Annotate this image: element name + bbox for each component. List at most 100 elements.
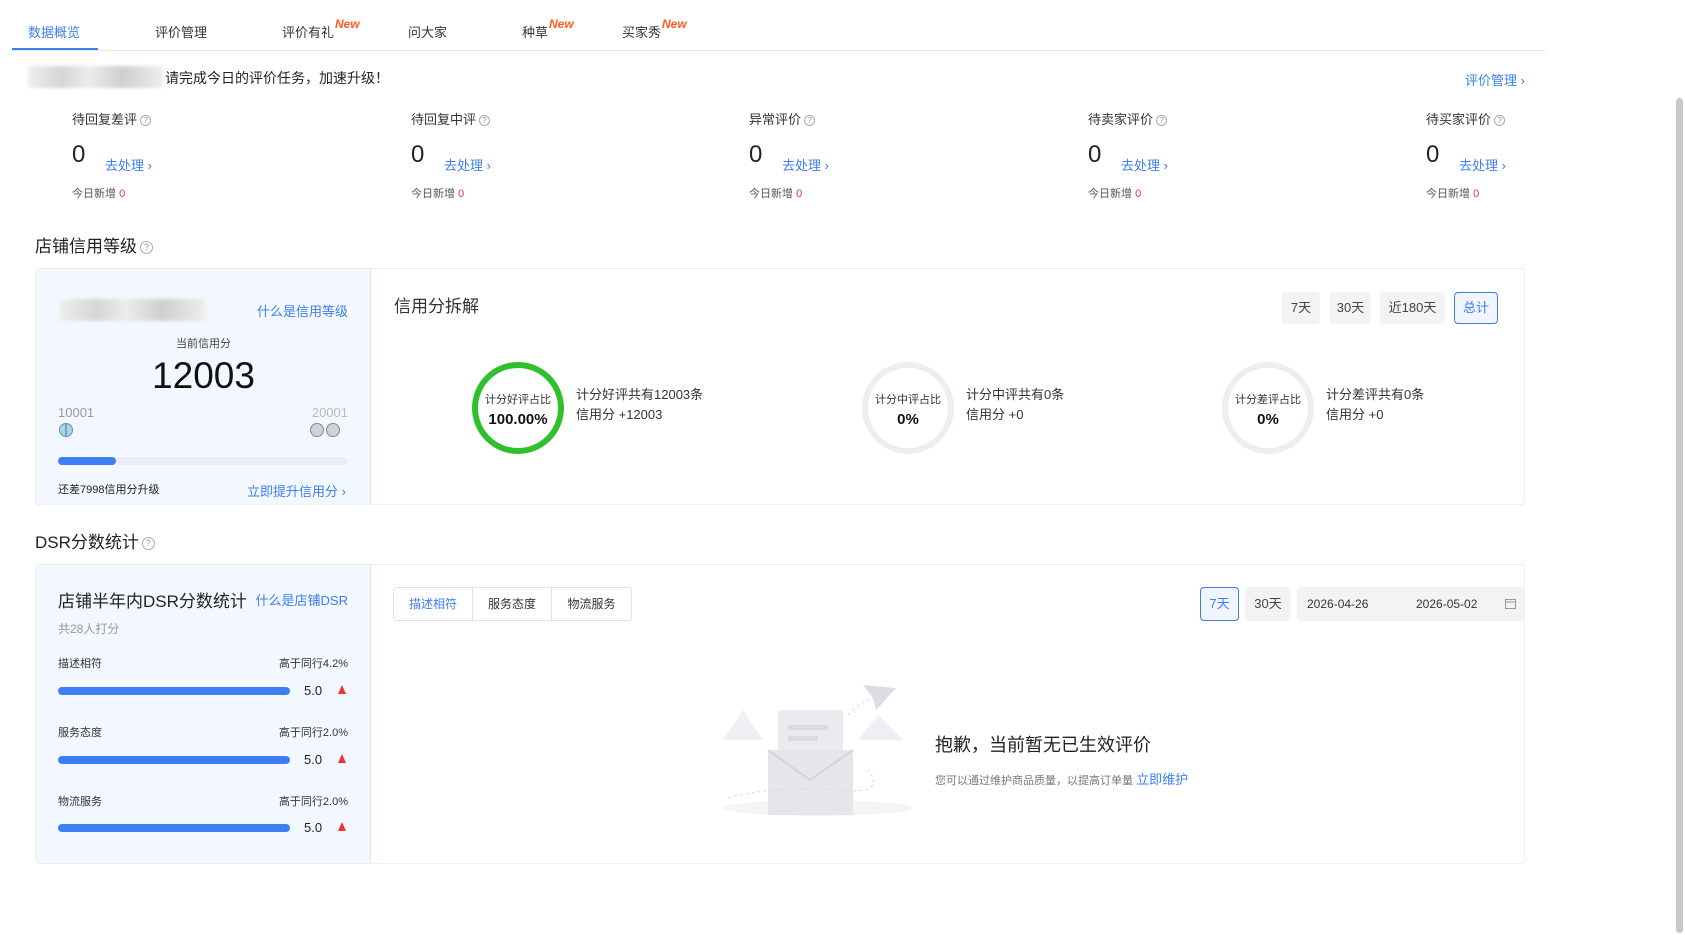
- stat-label: 待回复差评: [72, 112, 138, 127]
- help-icon[interactable]: ?: [1494, 115, 1506, 127]
- help-icon[interactable]: ?: [1156, 115, 1168, 127]
- credit-progress-fill: [58, 457, 116, 465]
- date-range-picker[interactable]: 2026-04-26 2026-05-02: [1297, 587, 1524, 621]
- current-credit-label: 当前信用分: [176, 338, 231, 350]
- today-new: 今日新增 0: [1426, 188, 1480, 200]
- empty-state-title: 抱歉，当前暂无已生效评价: [935, 735, 1151, 755]
- new-badge: New: [662, 17, 687, 31]
- credit-max: 20001: [311, 405, 348, 420]
- dsr-score: 5.0: [304, 683, 323, 698]
- today-new: 今日新增 0: [749, 188, 803, 200]
- tab-data-overview[interactable]: 数据概览: [28, 22, 80, 41]
- help-icon[interactable]: ?: [479, 115, 491, 127]
- segment-description-match[interactable]: 描述相符: [394, 588, 473, 620]
- redacted-shop-avatar: [60, 299, 206, 321]
- range-30-days[interactable]: 30天: [1330, 292, 1371, 324]
- range-total[interactable]: 总计: [1454, 292, 1498, 324]
- active-tab-underline: [12, 48, 98, 50]
- dsr-section-title: DSR分数统计?: [35, 528, 155, 553]
- calendar-icon[interactable]: [1505, 598, 1516, 609]
- credit-breakdown-title: 信用分拆解: [394, 297, 479, 316]
- review-management-link[interactable]: 评价管理 ›: [1465, 70, 1525, 89]
- help-icon[interactable]: ?: [140, 241, 153, 255]
- go-handle-link[interactable]: 去处理 ›: [444, 155, 491, 174]
- dsr-score: 5.0: [304, 820, 323, 835]
- stat-value: 0: [72, 141, 86, 168]
- tab-grass[interactable]: 种草 New: [522, 17, 574, 41]
- segment-logistics[interactable]: 物流服务: [552, 588, 631, 620]
- good-ratio-ring: 计分好评占比 100.00%: [472, 362, 564, 454]
- new-badge: New: [549, 17, 574, 31]
- neutral-ratio-desc: 计分中评共有0条 信用分 +0: [966, 387, 1065, 422]
- stat-abnormal: 异常评价? 0 去处理 › 今日新增 0: [749, 109, 919, 200]
- stat-value: 0: [1088, 141, 1102, 168]
- go-handle-link[interactable]: 去处理 ›: [105, 155, 152, 174]
- stat-label: 待买家评价: [1426, 112, 1492, 127]
- date-end[interactable]: 2026-05-02: [1416, 597, 1477, 611]
- up-arrow-icon: [338, 822, 346, 831]
- range-180-days[interactable]: 近180天: [1380, 292, 1445, 324]
- dsr-score: 5.0: [304, 752, 323, 767]
- maintain-now-link[interactable]: 立即维护: [1136, 772, 1188, 787]
- segment-service-attitude[interactable]: 服务态度: [473, 588, 552, 620]
- go-handle-link[interactable]: 去处理 ›: [1459, 155, 1506, 174]
- dsr-bar-track: [58, 687, 290, 695]
- credit-summary-card: 什么是信用等级 当前信用分 12003 10001 20001 还差7998信用…: [36, 269, 371, 504]
- improve-credit-link[interactable]: 立即提升信用分 ›: [247, 481, 346, 500]
- dsr-bar-fill: [58, 687, 290, 695]
- top-tab-bar: 数据概览 评价管理 评价有礼 New 问大家 种草 New 买家秀 New: [12, 0, 1547, 51]
- dsr-row-label: 物流服务: [58, 796, 102, 808]
- dsr-row-label: 描述相符: [58, 658, 102, 670]
- dsr-bar-fill: [58, 824, 290, 832]
- stat-pending-seller: 待卖家评价? 0 去处理 › 今日新增 0: [1088, 109, 1258, 200]
- credit-panel: 什么是信用等级 当前信用分 12003 10001 20001 还差7998信用…: [35, 268, 1525, 505]
- diamond-level-next-icon: [310, 423, 340, 437]
- what-is-credit-link[interactable]: 什么是信用等级: [257, 301, 348, 320]
- dsr-panel-title: 店铺半年内DSR分数统计: [58, 592, 247, 611]
- negative-ratio-desc: 计分差评共有0条 信用分 +0: [1326, 387, 1425, 422]
- dsr-row-label: 服务态度: [58, 727, 102, 739]
- dsr-bar-fill: [58, 756, 290, 764]
- help-icon[interactable]: ?: [141, 537, 155, 551]
- stat-value: 0: [411, 141, 425, 168]
- range-7-days[interactable]: 7天: [1282, 292, 1320, 324]
- redacted-shop-name: [28, 66, 163, 88]
- diamond-level-icon: [59, 423, 73, 437]
- today-new: 今日新增 0: [411, 188, 465, 200]
- up-arrow-icon: [338, 685, 346, 694]
- date-start[interactable]: 2026-04-26: [1307, 597, 1368, 611]
- credit-section-title: 店铺信用等级?: [35, 232, 153, 257]
- go-handle-link[interactable]: 去处理 ›: [782, 155, 829, 174]
- help-icon[interactable]: ?: [140, 115, 152, 127]
- dsr-bar-track: [58, 756, 290, 764]
- empty-mailbox-illustration: [723, 685, 913, 816]
- go-handle-link[interactable]: 去处理 ›: [1121, 155, 1168, 174]
- tab-buyer-show[interactable]: 买家秀 New: [622, 17, 687, 41]
- tab-review-gift[interactable]: 评价有礼 New: [282, 17, 360, 41]
- page-scrollbar[interactable]: [1676, 98, 1683, 933]
- dsr-range-7-days[interactable]: 7天: [1200, 587, 1239, 621]
- dsr-summary-card: 店铺半年内DSR分数统计 什么是店铺DSR 共28人打分 描述相符 高于同行4.…: [36, 565, 371, 863]
- tab-ask-everyone[interactable]: 问大家: [408, 22, 447, 41]
- neutral-ratio-ring: 计分中评占比 0%: [862, 362, 954, 454]
- credit-progress-track: [58, 457, 348, 465]
- good-ratio-desc: 计分好评共有12003条 信用分 +12003: [576, 387, 704, 422]
- stat-pending-negative: 待回复差评? 0 去处理 › 今日新增 0: [72, 109, 242, 200]
- today-new: 今日新增 0: [72, 188, 126, 200]
- stat-label: 异常评价: [749, 112, 802, 127]
- dsr-row-compare: 高于同行2.0%: [278, 727, 348, 739]
- dsr-row-compare: 高于同行4.2%: [278, 658, 348, 670]
- credit-remaining-text: 还差7998信用分升级: [58, 484, 160, 496]
- stat-label: 待卖家评价: [1088, 112, 1154, 127]
- dsr-range-30-days[interactable]: 30天: [1245, 587, 1291, 621]
- help-icon[interactable]: ?: [804, 115, 816, 127]
- dsr-segmented-control: 描述相符 服务态度 物流服务: [393, 587, 632, 621]
- up-arrow-icon: [338, 754, 346, 763]
- tab-review-management[interactable]: 评价管理: [155, 22, 207, 41]
- credit-min: 10001: [58, 405, 95, 420]
- stat-value: 0: [1426, 141, 1440, 168]
- new-badge: New: [335, 17, 360, 31]
- what-is-dsr-link[interactable]: 什么是店铺DSR: [256, 590, 348, 609]
- stat-pending-buyer: 待买家评价? 0 去处理 › 今日新增 0: [1426, 109, 1536, 200]
- dsr-bar-track: [58, 824, 290, 832]
